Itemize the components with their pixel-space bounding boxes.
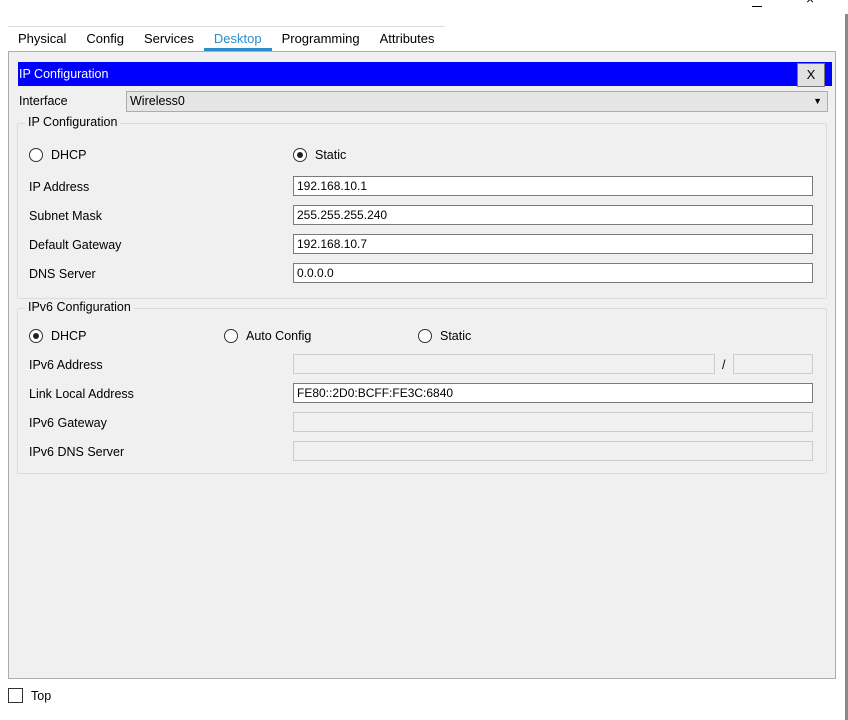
ipv6-dns-server-field[interactable] [293,441,813,461]
ipv6-prefix-field[interactable] [733,354,813,374]
prefix-separator: / [722,358,726,372]
dns-server-label: DNS Server [29,267,96,281]
ipv6-dhcp-radio[interactable]: DHCP [29,329,86,343]
ip-configuration-title: IP Configuration [19,67,109,81]
ipv6-static-radio[interactable]: Static [418,329,471,343]
ipv6-address-field[interactable] [293,354,715,374]
checkbox-icon [8,688,23,703]
tab-attributes[interactable]: Attributes [369,26,445,51]
ip-configuration-header: IP Configuration [18,62,832,86]
top-checkbox-label: Top [31,688,52,703]
link-local-address-label: Link Local Address [29,387,134,401]
ipv6-dhcp-label: DHCP [51,329,87,343]
ipv6-address-label: IPv6 Address [29,358,103,372]
tab-programming[interactable]: Programming [271,26,370,51]
ip-address-label: IP Address [29,180,90,194]
subnet-mask-field[interactable]: 255.255.255.240 [293,205,813,225]
tab-config[interactable]: Config [76,26,134,51]
radio-icon [418,329,432,343]
tab-physical[interactable]: Physical [8,26,77,51]
default-gateway-label: Default Gateway [29,238,122,252]
desktop-panel: IP Configuration X Interface Wireless0 ▼… [8,51,836,679]
top-checkbox[interactable]: Top [8,688,51,703]
interface-value: Wireless0 [130,94,185,108]
ipv4-group-title: IP Configuration [25,115,121,129]
close-ip-config-button[interactable]: X [797,63,825,87]
tab-bar: Physical Config Services Desktop Program… [8,26,445,51]
ipv6-static-label: Static [440,329,472,343]
ipv6-dns-server-label: IPv6 DNS Server [29,445,125,459]
dns-server-field[interactable]: 0.0.0.0 [293,263,813,283]
radio-selected-icon [29,329,43,343]
ipv4-static-label: Static [315,148,347,162]
chevron-down-icon: ▼ [813,96,822,106]
window-titlebar: × [0,0,848,14]
ipv4-dhcp-radio[interactable]: DHCP [29,148,86,162]
ipv6-group-title: IPv6 Configuration [25,300,134,314]
radio-icon [29,148,43,162]
link-local-address-field[interactable]: FE80::2D0:BCFF:FE3C:6840 [293,383,813,403]
ipv4-static-radio[interactable]: Static [293,148,346,162]
ipv6-auto-config-label: Auto Config [246,329,312,343]
radio-icon [224,329,238,343]
interface-select[interactable]: Wireless0 ▼ [126,91,828,112]
ip-address-field[interactable]: 192.168.10.1 [293,176,813,196]
ipv6-auto-config-radio[interactable]: Auto Config [224,329,311,343]
default-gateway-field[interactable]: 192.168.10.7 [293,234,813,254]
close-window-icon[interactable]: × [806,0,818,6]
ipv6-gateway-field[interactable] [293,412,813,432]
interface-label: Interface [19,94,68,108]
subnet-mask-label: Subnet Mask [29,209,102,223]
ipv6-gateway-label: IPv6 Gateway [29,416,107,430]
radio-selected-icon [293,148,307,162]
ipv4-dhcp-label: DHCP [51,148,87,162]
tab-desktop[interactable]: Desktop [203,26,272,51]
minimize-icon[interactable] [752,0,762,7]
tab-services[interactable]: Services [134,26,204,51]
